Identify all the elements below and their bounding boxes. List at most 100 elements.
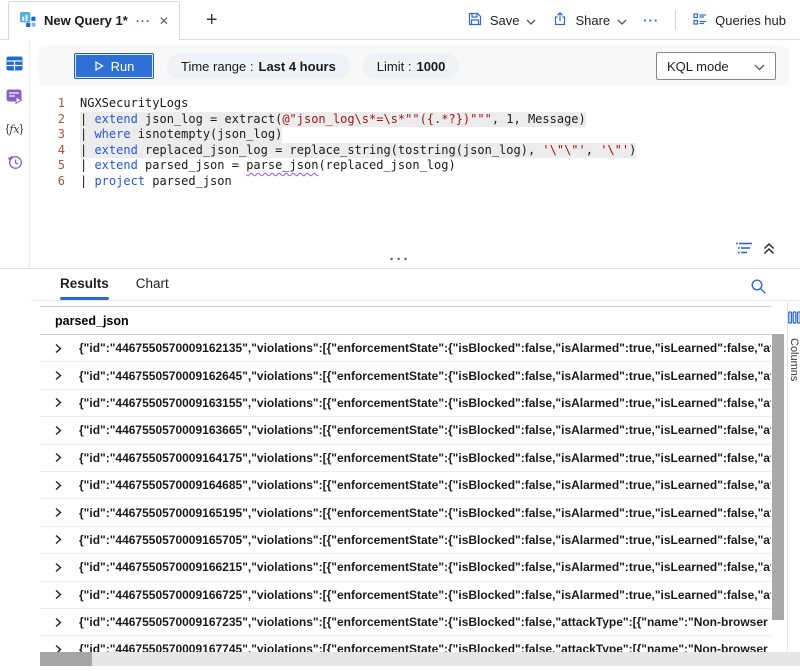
- collapse-editor-icon[interactable]: [762, 241, 776, 255]
- code-line[interactable]: 2| extend json_log = extract(@"json_log\…: [31, 112, 800, 128]
- row-json-text: {"id":"4467550570009166725","violations"…: [79, 588, 771, 602]
- results-vertical-scrollbar[interactable]: [772, 334, 784, 651]
- top-tab-bar: New Query 1* ··· ✕ + Save: [0, 0, 800, 40]
- row-json-text: {"id":"4467550570009164685","violations"…: [79, 478, 771, 492]
- row-json-text: {"id":"4467550570009165195","violations"…: [79, 506, 771, 520]
- table-row[interactable]: {"id":"4467550570009166725","violations"…: [40, 582, 771, 609]
- share-chevron-down-icon[interactable]: [617, 13, 627, 28]
- row-json-text: {"id":"4467550570009162645","violations"…: [79, 369, 771, 383]
- play-icon: [94, 59, 104, 74]
- left-sidebar: {fx}: [0, 40, 30, 268]
- tables-icon[interactable]: [6, 54, 24, 72]
- table-row[interactable]: {"id":"4467550570009166215","violations"…: [40, 554, 771, 581]
- expand-chevron-icon[interactable]: [40, 452, 79, 463]
- save-label: Save: [490, 13, 520, 28]
- top-actions: Save Share ···: [467, 10, 800, 30]
- columns-side-panel: Columns: [787, 302, 800, 651]
- run-label: Run: [111, 59, 135, 74]
- new-tab-button[interactable]: +: [206, 10, 218, 30]
- kql-mode-value: KQL mode: [667, 59, 729, 74]
- row-json-text: {"id":"4467550570009165705","violations"…: [79, 533, 771, 547]
- expand-chevron-icon[interactable]: [40, 589, 79, 600]
- share-button[interactable]: Share: [552, 11, 627, 30]
- expand-chevron-icon[interactable]: [40, 343, 79, 354]
- time-range-value: Last 4 hours: [259, 59, 336, 74]
- code-text: | extend replaced_json_log = replace_str…: [80, 143, 636, 159]
- tab-title: New Query 1*: [44, 13, 128, 28]
- azure-data-explorer-window: New Query 1* ··· ✕ + Save: [0, 0, 800, 671]
- tab-close-icon[interactable]: ✕: [159, 14, 169, 28]
- toolbar-divider: [675, 10, 676, 30]
- expand-chevron-icon[interactable]: [40, 562, 79, 573]
- table-row[interactable]: {"id":"4467550570009162135","violations"…: [40, 335, 771, 362]
- sample-queries-icon[interactable]: [6, 87, 24, 105]
- line-number: 6: [31, 174, 80, 190]
- table-row[interactable]: {"id":"4467550570009163665","violations"…: [40, 417, 771, 444]
- row-json-text: {"id":"4467550570009162135","violations"…: [79, 341, 771, 355]
- query-toolbar: Run Time range : Last 4 hours Limit : 10…: [38, 46, 790, 86]
- expand-chevron-icon[interactable]: [40, 507, 79, 518]
- query-editor[interactable]: 1NGXSecurityLogs2| extend json_log = ext…: [31, 88, 800, 268]
- line-number: 4: [31, 143, 80, 159]
- save-icon: [467, 11, 483, 30]
- code-line[interactable]: 4| extend replaced_json_log = replace_st…: [31, 143, 800, 159]
- search-results-icon[interactable]: [750, 278, 767, 298]
- results-horizontal-scrollbar[interactable]: [40, 652, 800, 666]
- limit-label: Limit :: [377, 59, 412, 74]
- query-tab[interactable]: New Query 1* ··· ✕: [8, 1, 180, 40]
- code-text: NGXSecurityLogs: [80, 96, 188, 112]
- more-commands-button[interactable]: ···: [643, 13, 659, 28]
- line-number: 2: [31, 112, 80, 128]
- table-row[interactable]: {"id":"4467550570009163155","violations"…: [40, 390, 771, 417]
- queries-hub-icon: [692, 11, 708, 30]
- share-label: Share: [575, 13, 610, 28]
- tab-more-menu[interactable]: ···: [136, 14, 151, 28]
- expand-chevron-icon[interactable]: [40, 534, 79, 545]
- row-json-text: {"id":"4467550570009164175","violations"…: [79, 451, 771, 465]
- table-row[interactable]: {"id":"4467550570009165195","violations"…: [40, 499, 771, 526]
- row-json-text: {"id":"4467550570009167235","violations"…: [79, 615, 771, 629]
- expand-chevron-icon[interactable]: [40, 480, 79, 491]
- row-json-text: {"id":"4467550570009166215","violations"…: [79, 560, 771, 574]
- tab-results[interactable]: Results: [60, 276, 109, 300]
- columns-panel-label[interactable]: Columns: [788, 338, 800, 381]
- save-chevron-down-icon[interactable]: [526, 13, 536, 28]
- queries-hub-button[interactable]: Queries hub: [692, 11, 786, 30]
- query-history-icon[interactable]: [6, 153, 24, 171]
- code-line[interactable]: 5| extend parsed_json = parse_json(repla…: [31, 158, 800, 174]
- results-grid: parsed_json {"id":"4467550570009162135",…: [40, 306, 771, 664]
- functions-icon[interactable]: {fx}: [6, 120, 24, 138]
- vertical-scrollbar-thumb[interactable]: [772, 334, 784, 620]
- expand-chevron-icon[interactable]: [40, 617, 79, 628]
- expand-chevron-icon[interactable]: [40, 425, 79, 436]
- table-row[interactable]: {"id":"4467550570009164175","violations"…: [40, 445, 771, 472]
- table-row[interactable]: {"id":"4467550570009162645","violations"…: [40, 362, 771, 389]
- line-number: 5: [31, 158, 80, 174]
- kql-mode-chevron-down-icon: [754, 59, 765, 74]
- table-row[interactable]: {"id":"4467550570009165705","violations"…: [40, 527, 771, 554]
- table-row[interactable]: {"id":"4467550570009167235","violations"…: [40, 609, 771, 636]
- expand-chevron-icon[interactable]: [40, 397, 79, 408]
- horizontal-scrollbar-thumb[interactable]: [40, 652, 92, 666]
- editor-actions: [736, 241, 776, 255]
- code-text: | extend json_log = extract(@"json_log\s…: [80, 112, 586, 128]
- code-text: | extend parsed_json = parse_json(replac…: [80, 158, 456, 174]
- code-line[interactable]: 6| project parsed_json: [31, 174, 800, 190]
- save-button[interactable]: Save: [467, 11, 537, 30]
- time-range-picker[interactable]: Time range : Last 4 hours: [167, 53, 350, 79]
- line-number: 3: [31, 127, 80, 143]
- column-header-parsed-json[interactable]: parsed_json: [40, 306, 771, 335]
- expand-chevron-icon[interactable]: [40, 370, 79, 381]
- share-icon: [552, 11, 568, 30]
- columns-icon[interactable]: [788, 311, 800, 327]
- table-row[interactable]: {"id":"4467550570009164685","violations"…: [40, 472, 771, 499]
- code-line[interactable]: 1NGXSecurityLogs: [31, 96, 800, 112]
- code-line[interactable]: 3| where isnotempty(json_log): [31, 127, 800, 143]
- tab-chart[interactable]: Chart: [136, 276, 169, 300]
- format-query-icon[interactable]: [736, 241, 753, 255]
- pane-resize-handle[interactable]: ···: [390, 252, 411, 267]
- limit-picker[interactable]: Limit : 1000: [363, 53, 460, 79]
- run-button[interactable]: Run: [74, 53, 154, 79]
- queries-hub-label: Queries hub: [715, 13, 786, 28]
- kql-mode-select[interactable]: KQL mode: [656, 52, 776, 80]
